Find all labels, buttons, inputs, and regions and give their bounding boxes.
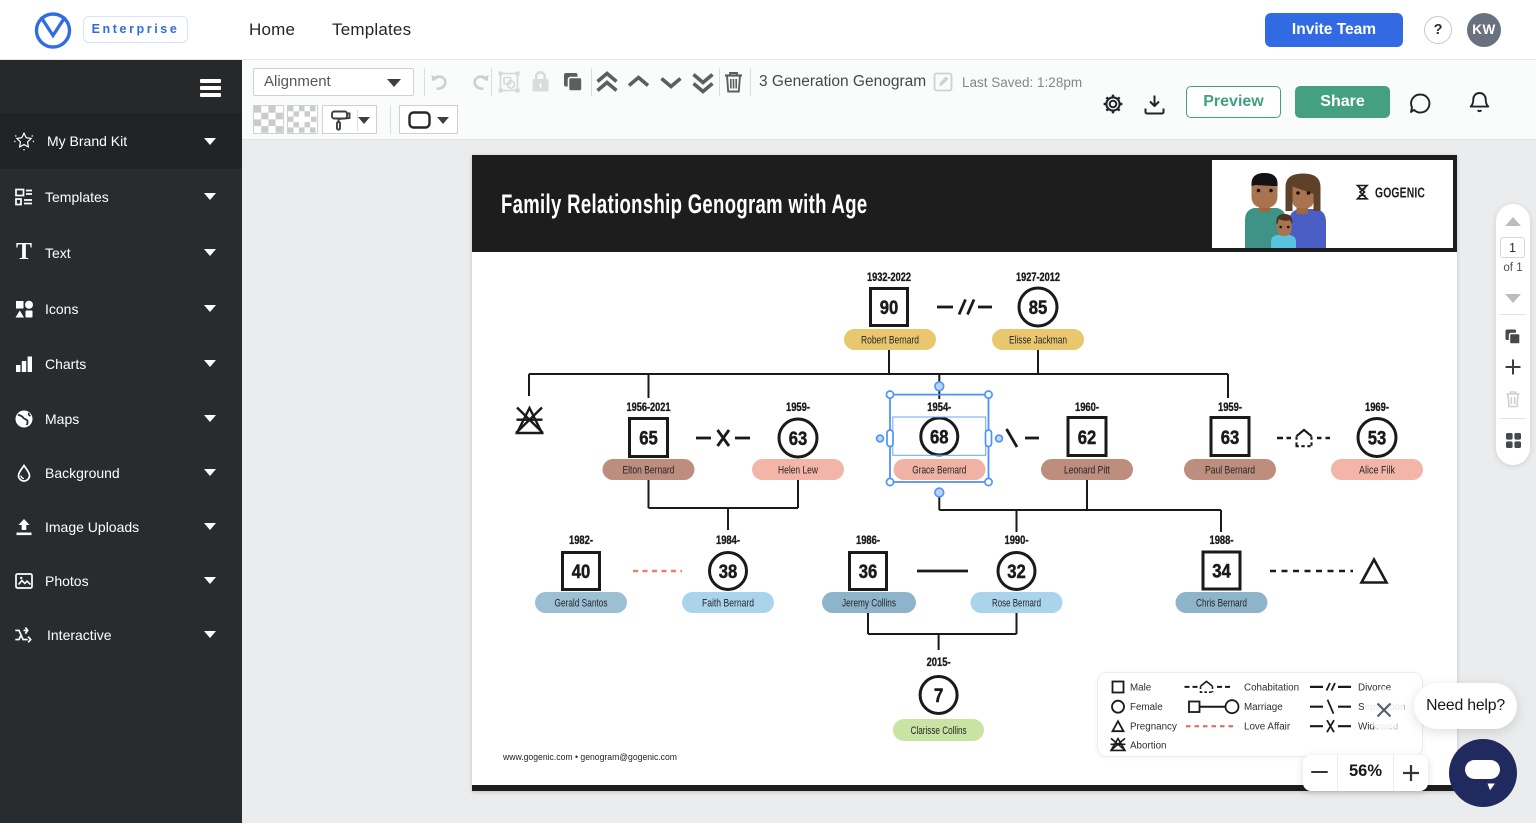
svg-text:68: 68 xyxy=(930,427,949,449)
svg-text:1969-: 1969- xyxy=(1365,400,1389,414)
svg-text:Paul Bernard: Paul Bernard xyxy=(1205,465,1255,477)
svg-text:Gerald Santos: Gerald Santos xyxy=(555,598,608,610)
svg-text:Grace Bernard: Grace Bernard xyxy=(912,465,966,477)
svg-text:www.gogenic.com • genogram@gog: www.gogenic.com • genogram@gogenic.com xyxy=(502,752,677,763)
svg-text:Female: Female xyxy=(1130,702,1163,713)
svg-text:1932-2022: 1932-2022 xyxy=(867,270,911,284)
svg-text:63: 63 xyxy=(1221,427,1240,449)
svg-text:63: 63 xyxy=(789,428,808,450)
svg-text:1984-: 1984- xyxy=(716,533,740,547)
svg-text:34: 34 xyxy=(1212,561,1231,583)
svg-text:Helen Lew: Helen Lew xyxy=(778,465,818,477)
svg-text:Clarisse Collins: Clarisse Collins xyxy=(911,725,967,737)
svg-text:1960-: 1960- xyxy=(1075,400,1099,414)
svg-text:Robert Bernard: Robert Bernard xyxy=(861,335,919,347)
svg-text:1959-: 1959- xyxy=(1218,400,1242,414)
svg-text:Jeremy Collins: Jeremy Collins xyxy=(842,598,896,610)
svg-text:62: 62 xyxy=(1078,427,1097,449)
svg-text:38: 38 xyxy=(719,561,738,583)
svg-text:Chris Bernard: Chris Bernard xyxy=(1196,598,1247,610)
svg-text:53: 53 xyxy=(1368,428,1387,450)
svg-text:1954-: 1954- xyxy=(927,400,951,414)
svg-text:40: 40 xyxy=(572,561,591,583)
svg-text:90: 90 xyxy=(880,297,899,319)
svg-text:65: 65 xyxy=(639,428,658,450)
svg-text:2015-: 2015- xyxy=(927,655,951,669)
svg-text:1982-: 1982- xyxy=(569,533,593,547)
svg-text:1990-: 1990- xyxy=(1005,533,1029,547)
svg-text:Abortion: Abortion xyxy=(1130,741,1167,752)
svg-text:36: 36 xyxy=(859,561,878,583)
svg-text:1959-: 1959- xyxy=(786,400,810,414)
svg-text:Alice Filk: Alice Filk xyxy=(1359,465,1396,477)
svg-text:Male: Male xyxy=(1130,682,1152,693)
svg-text:32: 32 xyxy=(1007,561,1026,583)
svg-text:Faith Bernard: Faith Bernard xyxy=(702,598,754,610)
svg-text:1956-2021: 1956-2021 xyxy=(627,400,671,414)
svg-text:1986-: 1986- xyxy=(856,533,880,547)
svg-text:85: 85 xyxy=(1029,297,1048,319)
svg-text:Leonard Pitt: Leonard Pitt xyxy=(1064,465,1110,477)
svg-text:Cohabitation: Cohabitation xyxy=(1244,682,1299,693)
svg-text:1927-2012: 1927-2012 xyxy=(1016,270,1060,284)
svg-text:Marriage: Marriage xyxy=(1244,702,1283,713)
svg-text:Pregnancy: Pregnancy xyxy=(1130,722,1177,733)
svg-text:Rose Bernard: Rose Bernard xyxy=(992,598,1041,610)
svg-text:Elton Bernard: Elton Bernard xyxy=(623,465,675,477)
svg-text:Elisse Jackman: Elisse Jackman xyxy=(1009,335,1067,347)
svg-text:Love Affair: Love Affair xyxy=(1244,722,1291,733)
svg-text:7: 7 xyxy=(934,685,944,707)
svg-text:1988-: 1988- xyxy=(1210,533,1234,547)
